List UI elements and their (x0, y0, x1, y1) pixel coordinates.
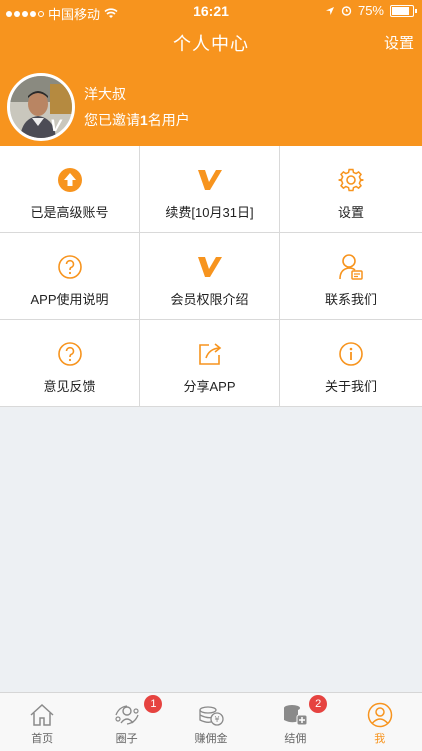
svg-text:¥: ¥ (214, 715, 219, 724)
menu-grid: 已是高级账号 续费[10月31日] 设置 APP使用说明 会员权限介绍 联系我们… (0, 146, 422, 407)
menu-item-label: APP使用说明 (30, 292, 109, 307)
v-vip-icon (197, 170, 222, 190)
menu-item-label: 分享APP (183, 379, 236, 394)
settle-icon (284, 705, 308, 726)
menu-item-share-app[interactable]: 分享APP (140, 320, 280, 407)
username: 洋大叔 (84, 86, 126, 102)
battery-icon (390, 4, 417, 17)
vip-badge-icon: V (50, 116, 62, 135)
menu-item-premium-account[interactable]: 已是高级账号 (0, 146, 140, 233)
tab-bar: 首页 圈子 1 ¥ 赚佣金 结佣 2 我 (0, 692, 422, 751)
page-title: 个人中心 (173, 34, 249, 54)
profile-icon (367, 702, 393, 728)
menu-item-label: 已是高级账号 (30, 205, 109, 220)
menu-item-about-us[interactable]: 关于我们 (280, 320, 422, 407)
upgrade-arrow-icon (57, 168, 82, 192)
menu-item-settings[interactable]: 设置 (280, 146, 422, 233)
v-vip-icon (197, 257, 222, 277)
invite-summary: 您已邀请1名用户 (84, 112, 190, 128)
menu-item-app-guide[interactable]: APP使用说明 (0, 233, 140, 320)
menu-item-label: 会员权限介绍 (170, 292, 249, 307)
tab-label: 结佣 (284, 733, 307, 745)
coins-icon: ¥ (199, 706, 224, 726)
menu-item-membership-info[interactable]: 会员权限介绍 (140, 233, 280, 320)
notification-badge: 2 (309, 695, 328, 713)
contact-person-icon (339, 254, 363, 280)
menu-item-label: 设置 (337, 205, 364, 220)
nav-bar: 个人中心 设置 (0, 22, 422, 62)
share-icon (198, 343, 221, 365)
battery-percent: 75% (357, 3, 384, 18)
menu-item-renew[interactable]: 续费[10月31日] (140, 146, 280, 233)
menu-item-label: 联系我们 (324, 292, 377, 307)
location-icon (325, 6, 334, 15)
question-icon (57, 342, 82, 366)
home-icon (30, 703, 54, 726)
gear-icon (338, 168, 364, 192)
tab-settle[interactable]: 结佣 2 (253, 693, 337, 751)
notification-badge: 1 (144, 695, 163, 713)
settings-button[interactable]: 设置 (384, 32, 414, 53)
tab-label: 首页 (31, 733, 54, 745)
menu-item-label: 关于我们 (324, 379, 377, 394)
tab-me[interactable]: 我 (338, 693, 422, 751)
tab-earn-commission[interactable]: ¥ 赚佣金 (169, 693, 253, 751)
info-icon (339, 342, 363, 366)
tab-label: 赚佣金 (194, 733, 228, 745)
status-bar: 中国移动 16:21 75% (0, 0, 422, 22)
tab-home[interactable]: 首页 (0, 693, 84, 751)
menu-item-label: 续费[10月31日] (165, 205, 254, 220)
circle-icon (114, 705, 139, 725)
menu-item-label: 意见反馈 (43, 379, 96, 394)
menu-item-contact-us[interactable]: 联系我们 (280, 233, 422, 320)
question-icon (57, 255, 82, 279)
profile-section[interactable]: V 洋大叔 您已邀请1名用户 (0, 68, 422, 146)
tab-circle[interactable]: 圈子 1 (84, 693, 168, 751)
menu-item-feedback[interactable]: 意见反馈 (0, 320, 140, 407)
header-area: 中国移动 16:21 75% 个人中心 设置 V 洋大叔 您已邀请1名用户 (0, 0, 422, 146)
tab-label: 圈子 (115, 733, 138, 745)
tab-label: 我 (374, 733, 386, 745)
alarm-icon (341, 6, 352, 16)
